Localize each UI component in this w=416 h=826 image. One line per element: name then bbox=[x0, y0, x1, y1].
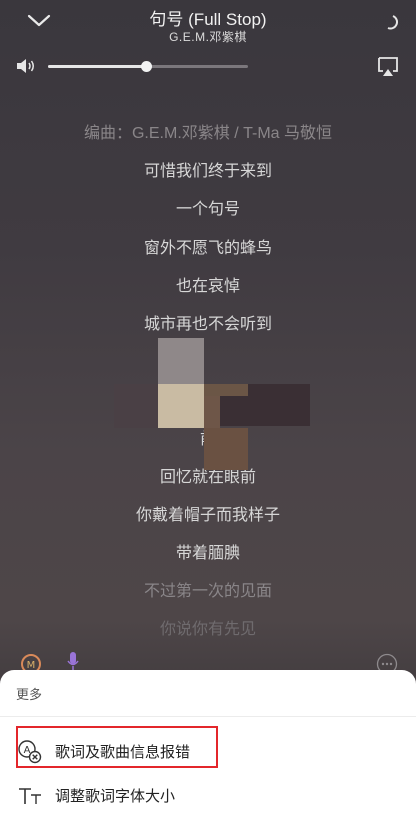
item-label: 调整歌词字体大小 bbox=[55, 788, 176, 805]
lyric-line: 一个句号 bbox=[175, 201, 240, 219]
mosaic-block bbox=[158, 338, 204, 386]
lyric-line: 也在哀悼 bbox=[175, 277, 240, 295]
lyric-line: 城市再也不会听到 bbox=[143, 315, 272, 333]
report-error-icon: A bbox=[18, 740, 42, 764]
mosaic-block bbox=[158, 384, 204, 428]
song-title: 句号 (Full Stop) bbox=[149, 10, 267, 29]
adjust-font-size-item[interactable]: 调整歌词字体大小 bbox=[0, 770, 416, 822]
volume-slider[interactable] bbox=[48, 61, 248, 72]
volume-thumb[interactable] bbox=[141, 61, 152, 72]
more-action-sheet: 更多 A 歌词及歌曲信息报错 调整歌词字体大小 bbox=[0, 670, 416, 826]
volume-icon bbox=[17, 59, 34, 73]
font-size-icon bbox=[19, 788, 41, 804]
mosaic-block bbox=[204, 428, 248, 470]
lyric-line: 带着腼腆 bbox=[175, 545, 240, 563]
lyric-line: 可惜我们终于来到 bbox=[143, 163, 272, 181]
lyric-line: 窗外不愿飞的蜂鸟 bbox=[143, 239, 272, 257]
lyric-line: 你说你有先见 bbox=[159, 621, 256, 639]
mosaic-block bbox=[204, 384, 248, 396]
mosaic-block bbox=[114, 384, 158, 428]
item-label: 歌词及歌曲信息报错 bbox=[55, 744, 191, 761]
sheet-title: 更多 bbox=[16, 687, 43, 702]
player-header: 句号 (Full Stop) G.E.M.邓紫棋 bbox=[0, 0, 416, 100]
volume-level bbox=[48, 65, 146, 68]
lyric-line: 不过第一次的见面 bbox=[143, 583, 272, 601]
lyric-line bbox=[0, 349, 416, 387]
lyric-line: 你戴着帽子而我样子 bbox=[135, 506, 280, 524]
artist-name[interactable]: G.E.M.邓紫棋 bbox=[0, 28, 416, 45]
airplay-icon[interactable] bbox=[376, 56, 400, 78]
lyric-line: 编曲：G.E.M.邓紫棋 / T-Ma 马敬恒 bbox=[83, 125, 332, 142]
partial-icon[interactable] bbox=[384, 14, 398, 30]
divider bbox=[0, 716, 416, 717]
